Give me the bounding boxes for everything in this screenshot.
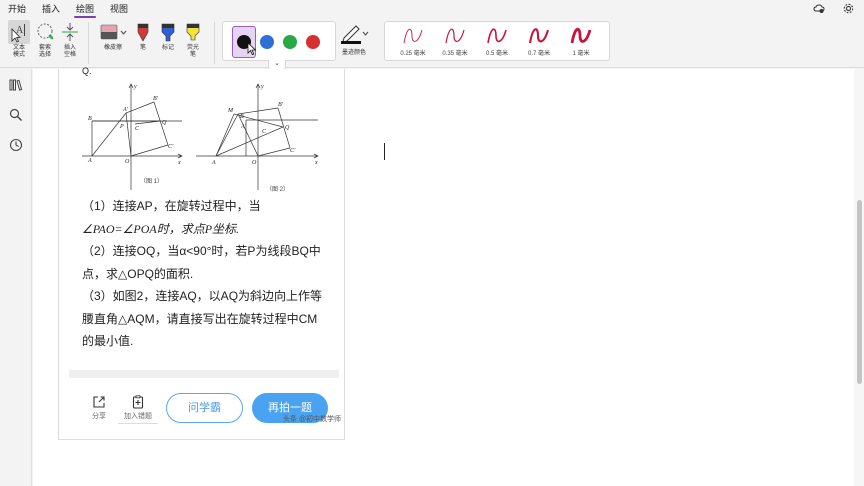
ink-color-label: 墨迹颜色 [341, 50, 366, 56]
add-wrong-label: 加入错题 [124, 413, 152, 420]
add-to-book-icon [132, 395, 144, 409]
settings-gear-icon[interactable] [843, 3, 854, 16]
svg-text:C': C' [290, 148, 296, 154]
svg-text:A: A [87, 158, 92, 164]
color-palette [222, 21, 336, 61]
svg-text:O: O [125, 159, 130, 165]
svg-text:y: y [133, 84, 137, 90]
thickness-025-label: 0.25 毫米 [400, 51, 426, 57]
search-icon[interactable] [8, 107, 24, 123]
svg-text:P: P [119, 124, 124, 130]
pen-label: 笔 [139, 45, 146, 51]
card-divider-band [69, 370, 339, 378]
insert-space-label: 插入 空格 [63, 45, 76, 58]
watermark-text: 头条 @初中数学师 [283, 416, 342, 423]
lasso-label: 套索 选择 [38, 45, 51, 58]
question-line-4: 点，求△OPQ的面积. [82, 267, 194, 281]
thickness-05-label: 0.5 毫米 [485, 51, 508, 57]
svg-text:Q: Q [285, 125, 290, 131]
question-line-5: （3）如图2，连接AQ，以AQ为斜边向上作等 [82, 289, 323, 303]
svg-text:x: x [314, 160, 318, 166]
text-cursor [384, 143, 385, 160]
thickness-025-option[interactable]: 0.25 毫米 [393, 24, 433, 57]
question-line-1: （1）连接AP，在旋转过程中，当 [82, 199, 261, 213]
svg-text:C: C [135, 126, 140, 132]
figure1-caption: （图 1） [140, 178, 163, 185]
menu-home[interactable]: 开始 [0, 0, 34, 18]
question-line-2: ∠PAO=∠POA时，求点P坐标. [82, 222, 240, 236]
figure2-caption: （图 2） [266, 186, 289, 193]
highlighter-tool[interactable]: 荧光 笔 [180, 20, 206, 59]
left-sidebar [0, 69, 32, 486]
thickness-07-label: 0.7 毫米 [527, 51, 550, 57]
thickness-05-option[interactable]: 0.5 毫米 [477, 24, 517, 57]
color-blue-swatch[interactable] [260, 35, 274, 49]
svg-text:A': A' [240, 124, 247, 130]
question-line-6: 腰直角△AQM，请直接写出在旋转过程中CM [82, 312, 318, 326]
svg-text:B': B' [153, 96, 159, 102]
svg-text:B: B [88, 116, 92, 122]
share-label: 分享 [92, 413, 106, 420]
insert-space-tool[interactable]: 插入 空格 [57, 20, 83, 59]
menu-view[interactable]: 视图 [102, 0, 136, 18]
menu-draw[interactable]: 绘图 [68, 0, 102, 18]
svg-text:A': A' [122, 107, 129, 113]
svg-text:y: y [260, 84, 264, 90]
add-wrong-book-button[interactable]: 加入错题 [118, 393, 158, 424]
thickness-035-label: 0.35 毫米 [442, 51, 468, 57]
thickness-gallery: 0.25 毫米 0.35 毫米 0.5 毫米 0.7 毫米 1 毫米 [384, 21, 610, 61]
svg-text:A: A [211, 160, 216, 166]
eraser-tool[interactable]: 橡皮擦 [97, 20, 129, 52]
color-red-swatch[interactable] [306, 35, 320, 49]
menu-bar: 开始 插入 绘图 视图 [0, 0, 864, 18]
scrollbar-thumb[interactable] [857, 200, 862, 384]
marker-tool[interactable]: 标记 [155, 20, 181, 52]
lasso-select-tool[interactable]: 套索 选择 [32, 20, 58, 59]
sync-icon[interactable] [813, 3, 825, 16]
text-mode-tool[interactable]: A 文本 模式 [6, 20, 32, 59]
text-mode-label: 文本 模式 [12, 45, 25, 58]
thickness-1-option[interactable]: 1 毫米 [561, 24, 601, 57]
share-button[interactable]: 分享 [84, 393, 114, 421]
eraser-label: 橡皮擦 [103, 45, 122, 51]
recent-clock-icon[interactable] [8, 137, 24, 153]
question-title-fragment: Q. [82, 66, 92, 76]
svg-text:B': B' [278, 102, 284, 108]
highlighter-label: 荧光 笔 [186, 45, 199, 58]
marker-label: 标记 [161, 45, 174, 51]
ink-color-tool[interactable]: 墨迹颜色 [336, 21, 372, 56]
svg-text:M: M [227, 108, 234, 114]
svg-text:O: O [252, 160, 257, 166]
draw-ribbon: A 文本 模式 套索 选择 插入 空格 橡皮擦 笔 标记 荧光 笔 ⌄ 墨迹颜色… [0, 18, 864, 70]
mouse-pointer-icon [247, 42, 257, 56]
question-line-3: （2）连接OQ，当α<90°时，若P为线段BQ中 [82, 244, 321, 258]
svg-text:x: x [177, 160, 181, 166]
question-line-7: 的最小值. [82, 334, 134, 348]
menu-insert[interactable]: 插入 [34, 0, 68, 18]
thickness-035-option[interactable]: 0.35 毫米 [435, 24, 475, 57]
thickness-1-label: 1 毫米 [572, 51, 590, 57]
svg-text:Q: Q [162, 120, 167, 126]
thickness-07-option[interactable]: 0.7 毫米 [519, 24, 559, 57]
pen-tool[interactable]: 笔 [130, 20, 156, 52]
color-green-swatch[interactable] [283, 35, 297, 49]
svg-text:C': C' [168, 144, 174, 150]
notebooks-icon[interactable] [8, 77, 24, 93]
share-icon [93, 396, 105, 408]
svg-text:B: B [240, 114, 244, 120]
geometry-figures: ABA' B'PQ CC'O xy MA'B' QCC' AOx yB （图 1… [82, 83, 319, 193]
ask-expert-button[interactable]: 问学霸 [166, 393, 243, 423]
